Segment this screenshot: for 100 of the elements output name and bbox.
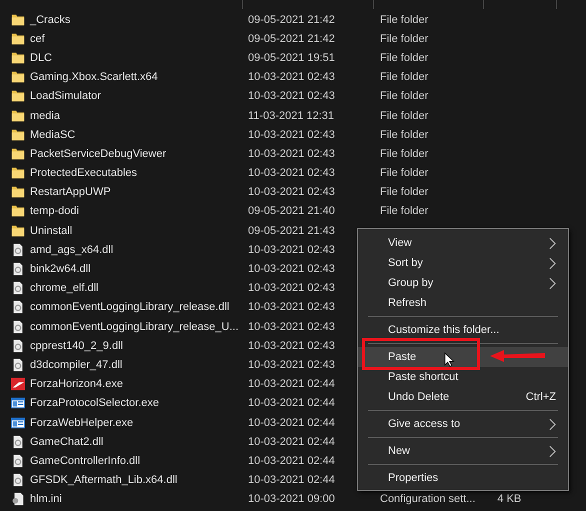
file-name[interactable]: d3dcompiler_47.dll <box>30 358 248 371</box>
folder-icon <box>11 166 25 180</box>
arrow <box>490 349 546 363</box>
file-name[interactable]: temp-dodi <box>30 205 248 218</box>
date-modified: 10-03-2021 02:43 <box>248 186 336 198</box>
date-modified: 10-03-2021 02:43 <box>248 301 336 314</box>
chevron-right-icon <box>549 444 556 458</box>
date-modified: 10-03-2021 02:43 <box>248 90 336 102</box>
folder-icon <box>11 128 25 142</box>
file-name[interactable]: hlm.ini <box>30 493 248 506</box>
date-modified: 10-03-2021 02:44 <box>248 416 336 429</box>
file-name[interactable]: chrome_elf.dll <box>30 282 248 294</box>
date-modified: 10-03-2021 02:44 <box>248 436 336 448</box>
menu-item[interactable]: Undo Delete Ctrl+Z <box>358 387 568 407</box>
file-name[interactable]: GameControllerInfo.dll <box>30 454 248 467</box>
menu-item[interactable]: Give access to <box>358 414 568 434</box>
file-name[interactable]: ForzaHorizon4.exe <box>30 378 248 390</box>
file-name[interactable]: LoadSimulator <box>30 90 248 102</box>
chevron-right-icon <box>549 276 556 290</box>
date-modified: 09-05-2021 21:42 <box>248 14 336 26</box>
file-type: File folder <box>380 71 428 84</box>
file-name[interactable]: ForzaWebHelper.exe <box>30 416 248 429</box>
file-icon <box>11 320 25 334</box>
file-name[interactable]: amd_ags_x64.dll <box>30 244 248 256</box>
file-icon <box>11 492 25 506</box>
menu-item[interactable]: New <box>358 441 568 461</box>
folder-icon <box>11 32 25 46</box>
file-name[interactable]: commonEventLoggingLibrary_release_U... <box>30 320 248 333</box>
file-icon <box>11 454 25 468</box>
file-icon <box>11 242 25 257</box>
window-icon <box>11 396 25 410</box>
date-modified: 09-05-2021 21:42 <box>248 32 336 45</box>
folder-icon <box>11 224 25 238</box>
file-name[interactable]: GFSDK_Aftermath_Lib.x64.dll <box>30 474 248 486</box>
date-modified: 10-03-2021 02:43 <box>248 282 336 294</box>
folder-icon <box>11 12 25 27</box>
date-modified: 10-03-2021 02:44 <box>248 474 336 486</box>
menu-item[interactable]: Properties <box>358 468 568 488</box>
menu-item[interactable]: Customize this folder... <box>358 320 568 340</box>
chevron-right-icon <box>549 236 556 250</box>
date-modified: 10-03-2021 02:43 <box>248 340 336 352</box>
date-modified: 09-05-2021 21:43 <box>248 224 336 237</box>
file-name[interactable]: commonEventLoggingLibrary_release.dll <box>30 301 248 314</box>
file-icon <box>11 338 25 353</box>
file-name[interactable]: MediaSC <box>30 128 248 141</box>
file-icon <box>11 262 25 276</box>
menu-item[interactable]: View <box>358 233 568 253</box>
file-type: File folder <box>380 186 428 198</box>
date-modified: 10-03-2021 02:44 <box>248 378 336 390</box>
date-modified: 10-03-2021 02:43 <box>248 71 336 84</box>
file-size: 4 KB <box>497 493 522 506</box>
file-name[interactable]: Gaming.Xbox.Scarlett.x64 <box>30 71 248 84</box>
menu-item[interactable]: Refresh <box>358 293 568 313</box>
date-modified: 09-05-2021 19:51 <box>248 52 336 64</box>
file-name[interactable]: cpprest140_2_9.dll <box>30 340 248 352</box>
file-icon <box>11 358 25 372</box>
file-name[interactable]: GameChat2.dll <box>30 436 248 448</box>
date-modified: 09-05-2021 21:40 <box>248 205 336 218</box>
chevron-right-icon <box>549 256 556 270</box>
file-name[interactable]: media <box>30 110 248 122</box>
file-name[interactable]: ProtectedExecutables <box>30 167 248 180</box>
folder-icon <box>11 108 25 123</box>
file-type: File folder <box>380 14 428 26</box>
file-icon <box>11 434 25 449</box>
menu-item[interactable]: Group by <box>358 273 568 293</box>
date-modified: 10-03-2021 02:43 <box>248 263 336 276</box>
folder-icon <box>11 50 25 65</box>
file-type: File folder <box>380 167 428 180</box>
file-name[interactable]: _Cracks <box>30 14 248 26</box>
menu-item[interactable]: Paste shortcut <box>358 367 568 387</box>
chevron-right-icon <box>549 418 556 430</box>
date-modified: 10-03-2021 02:44 <box>248 454 336 467</box>
file-icon <box>11 281 25 296</box>
file-name[interactable]: bink2w64.dll <box>30 263 248 276</box>
file-name[interactable]: cef <box>30 32 248 45</box>
folder-icon <box>11 185 25 200</box>
date-modified: 10-03-2021 02:43 <box>248 167 336 180</box>
date-modified: 11-03-2021 12:31 <box>248 110 336 122</box>
menu-item[interactable]: Sort by <box>358 253 568 273</box>
file-type: File folder <box>380 128 428 141</box>
file-name[interactable]: RestartAppUWP <box>30 186 248 198</box>
app-icon <box>11 377 25 392</box>
file-name[interactable]: Uninstall <box>30 224 248 237</box>
file-type: File folder <box>380 32 428 45</box>
file-type: File folder <box>380 205 428 218</box>
date-modified: 10-03-2021 02:43 <box>248 358 336 371</box>
mouse-pointer-icon <box>444 352 455 367</box>
date-modified: 10-03-2021 02:43 <box>248 148 336 160</box>
file-name[interactable]: ForzaProtocolSelector.exe <box>30 397 248 410</box>
file-type: Configuration sett... <box>380 493 476 506</box>
file-type: File folder <box>380 90 428 102</box>
folder-icon <box>11 89 25 104</box>
date-modified: 10-03-2021 02:44 <box>248 397 336 410</box>
file-type: File folder <box>380 52 428 64</box>
file-name[interactable]: PacketServiceDebugViewer <box>30 148 248 160</box>
date-modified: 10-03-2021 09:00 <box>248 493 336 506</box>
date-modified: 10-03-2021 02:43 <box>248 244 336 256</box>
file-icon <box>11 300 25 314</box>
menu-item[interactable]: Paste <box>358 347 568 367</box>
file-name[interactable]: DLC <box>30 52 248 64</box>
